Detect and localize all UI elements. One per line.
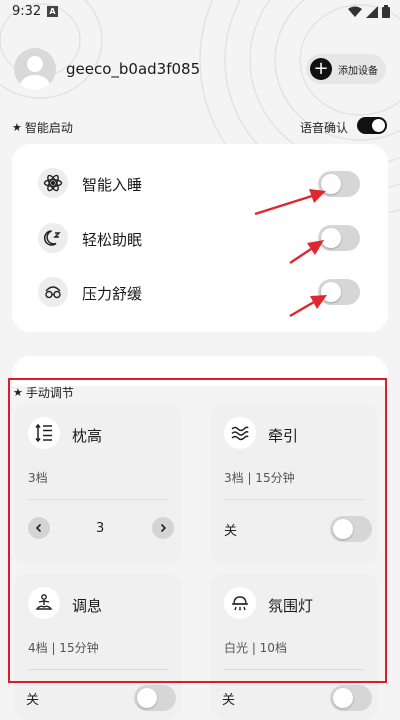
off-label: 关 bbox=[222, 693, 236, 708]
add-device-button[interactable]: + 添加设备 bbox=[306, 54, 386, 84]
stress-relief-toggle[interactable] bbox=[318, 279, 360, 305]
add-device-label: 添加设备 bbox=[338, 65, 378, 77]
smart-start-title: ★ 智能启动 bbox=[12, 119, 73, 136]
star-icon: ★ bbox=[13, 386, 23, 399]
highlight-frame bbox=[8, 378, 387, 683]
plus-icon: + bbox=[310, 58, 332, 80]
avatar[interactable] bbox=[14, 48, 56, 90]
smart-item-label: 轻松助眠 bbox=[82, 231, 143, 249]
battery-icon bbox=[382, 5, 390, 18]
manual-title-text: 手动调节 bbox=[25, 386, 74, 400]
user-icon bbox=[20, 56, 50, 90]
voice-confirm-label: 语音确认 bbox=[300, 121, 349, 135]
moon-zz-icon bbox=[38, 223, 68, 253]
toggle-knob bbox=[333, 688, 353, 708]
status-icons bbox=[348, 5, 390, 18]
username: geeco_b0ad3f085 bbox=[66, 60, 201, 78]
off-label: 关 bbox=[26, 693, 40, 708]
easy-sleep-toggle[interactable] bbox=[318, 225, 360, 251]
status-bar: 9:32 A bbox=[0, 0, 400, 26]
wifi-icon bbox=[348, 6, 362, 17]
toggle-knob bbox=[321, 174, 341, 194]
smart-sleep-toggle[interactable] bbox=[318, 171, 360, 197]
smart-start-title-text: 智能启动 bbox=[24, 121, 73, 135]
atom-icon bbox=[38, 168, 68, 198]
star-icon: ★ bbox=[12, 121, 22, 134]
notification-icon: A bbox=[47, 6, 58, 17]
ambient-light-toggle[interactable] bbox=[330, 685, 372, 711]
smart-item-label: 智能入睡 bbox=[82, 176, 143, 194]
signal-icon bbox=[366, 5, 378, 18]
smart-item-label: 压力舒缓 bbox=[82, 285, 143, 303]
relax-glasses-icon bbox=[38, 277, 68, 307]
toggle-knob bbox=[321, 228, 341, 248]
toggle-knob bbox=[372, 119, 385, 132]
voice-confirm-toggle[interactable] bbox=[357, 117, 387, 134]
status-time: 9:32 bbox=[12, 4, 42, 19]
smart-start-card: 智能入睡 轻松助眠 压力舒缓 bbox=[12, 144, 388, 332]
breathing-toggle[interactable] bbox=[134, 685, 176, 711]
toggle-knob bbox=[137, 688, 157, 708]
manual-title: ★ 手动调节 bbox=[13, 384, 74, 401]
toggle-knob bbox=[321, 282, 341, 302]
